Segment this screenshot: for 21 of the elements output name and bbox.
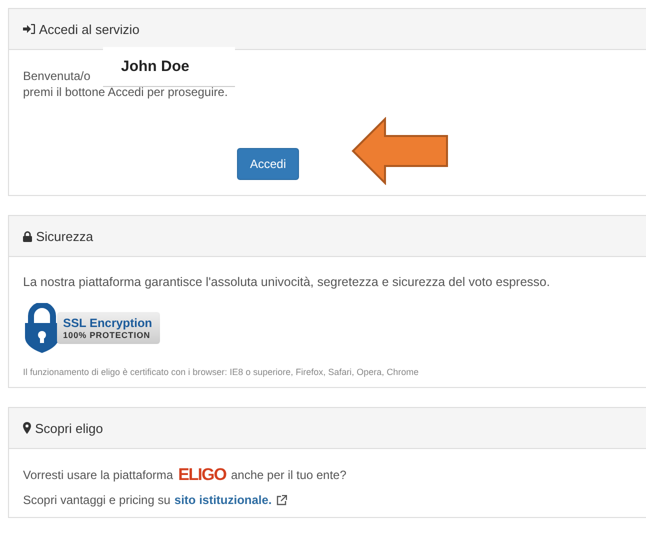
lock-icon bbox=[23, 230, 32, 242]
panel-title: Scopri eligo bbox=[35, 420, 103, 436]
website-link[interactable]: sito istituzionale. bbox=[174, 493, 272, 507]
accedi-button[interactable]: Accedi bbox=[237, 148, 300, 180]
map-pin-icon bbox=[23, 422, 31, 434]
instruction-text: premi il bottone Accedi per proseguire. bbox=[23, 84, 229, 100]
pricing-text: Scopri vantaggi e pricing su bbox=[23, 493, 170, 507]
eligo-logo: ELIGO bbox=[178, 465, 226, 485]
user-name-label: John Doe bbox=[103, 47, 235, 87]
panel-title: Sicurezza bbox=[36, 228, 94, 244]
question-text: Vorresti usare la piattaforma bbox=[23, 468, 174, 482]
sign-in-icon bbox=[23, 24, 35, 34]
panel-title: Accedi al servizio bbox=[39, 22, 140, 36]
arrow-icon bbox=[351, 117, 450, 185]
browser-note: Il funzionamento di eligo è certificato con i browser: IE8 o superiore, Firefox, Safari, Opera, Chrome bbox=[23, 367, 420, 377]
question-text: anche per il tuo ente? bbox=[230, 468, 346, 482]
badge-subtitle: 100% PROTECTION bbox=[63, 330, 152, 340]
greeting-text: Benvenuta/o bbox=[23, 68, 92, 84]
external-link-icon bbox=[276, 494, 287, 506]
badge-title: SSL Encryption bbox=[63, 316, 152, 330]
security-text: La nostra piattaforma garantisce l'assoluta univocità, segretezza e sicurezza del voto espresso. bbox=[23, 275, 551, 289]
